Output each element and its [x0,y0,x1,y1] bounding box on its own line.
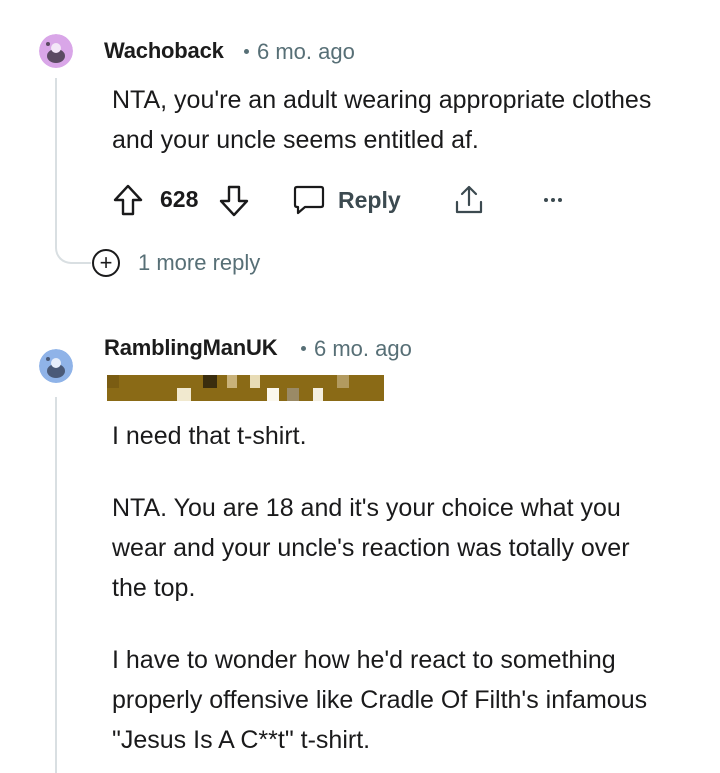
thread-line[interactable] [55,78,57,246]
downvote-button[interactable] [218,184,250,218]
comment-body-paragraph: I have to wonder how he'd react to somet… [112,646,648,754]
timestamp: 6 mo. ago [301,336,412,362]
upvote-button[interactable] [112,183,144,217]
user-flair-redacted [107,375,384,401]
arrow-down-icon [219,185,249,217]
separator-dot [244,48,249,54]
timestamp: 6 mo. ago [244,39,355,65]
avatar[interactable] [39,34,73,68]
comment-bubble-icon [293,185,325,215]
thread-line[interactable] [55,397,57,773]
comment-body-paragraph: NTA. You are 18 and it's your choice wha… [112,494,630,602]
reply-button[interactable]: Reply [292,184,401,216]
avatar[interactable] [39,349,73,383]
arrow-up-icon [113,184,143,216]
plus-circle-icon: + [92,249,120,277]
username[interactable]: RamblingManUK [104,335,278,361]
reply-label: Reply [338,186,401,213]
share-icon [455,185,483,214]
comment-body: NTA, you're an adult wearing appropriate… [112,86,652,154]
comment-body-paragraph: I need that t-shirt. [112,422,307,450]
thread-connector [55,236,91,264]
more-replies-button[interactable]: + 1 more reply [92,249,260,277]
vote-count: 628 [160,186,199,212]
more-options-button[interactable] [542,186,566,214]
separator-dot [301,345,306,351]
more-replies-label: 1 more reply [138,250,261,275]
ellipsis-icon [544,198,562,202]
username[interactable]: Wachoback [104,38,224,64]
share-button[interactable] [452,183,486,217]
